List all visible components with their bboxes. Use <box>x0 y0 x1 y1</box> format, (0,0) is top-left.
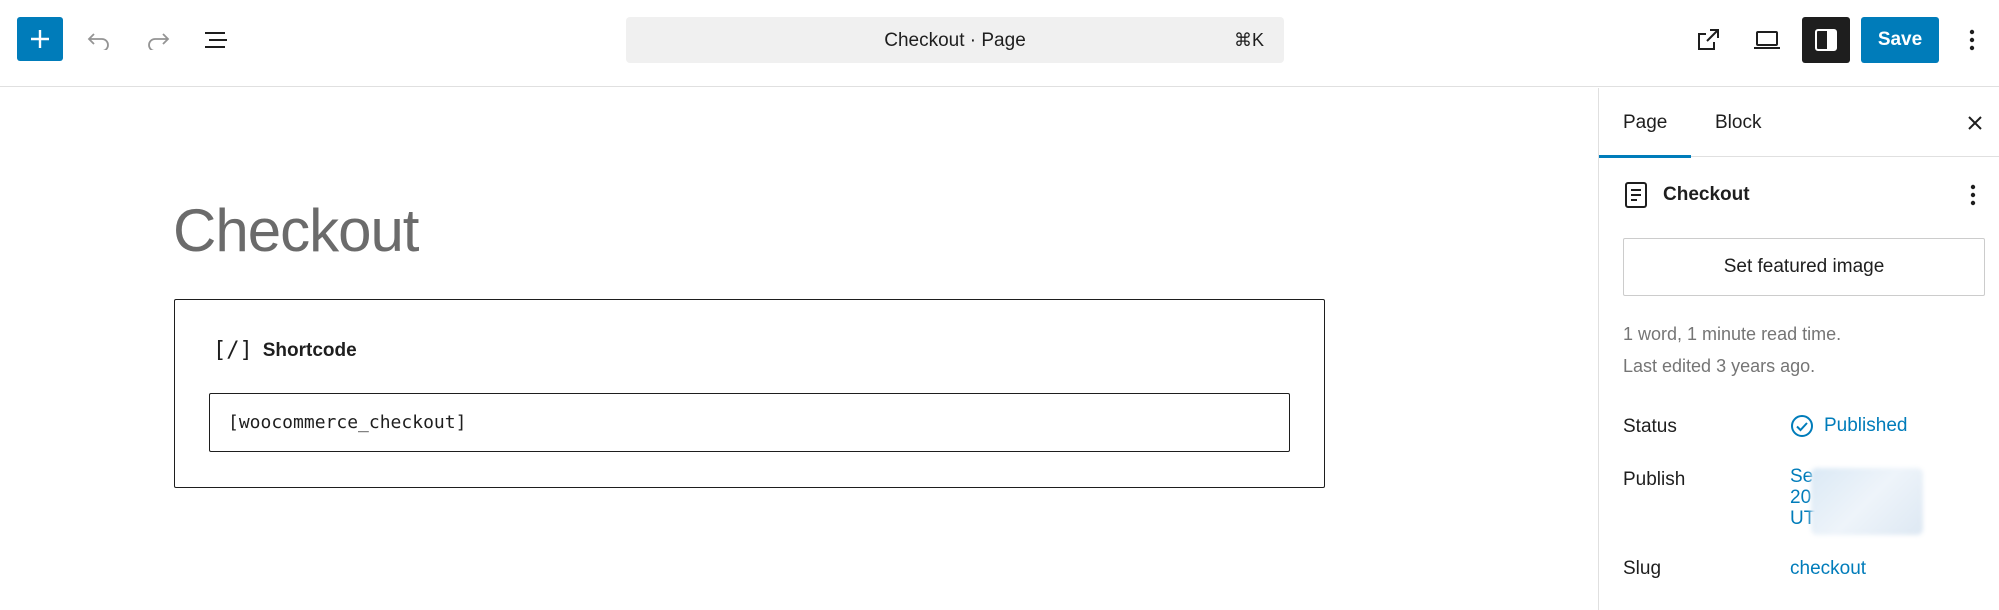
close-sidebar-button[interactable] <box>1961 109 1989 137</box>
document-summary: Checkout <box>1623 180 1750 210</box>
list-view-icon <box>205 32 227 48</box>
status-value[interactable]: Published <box>1790 414 1907 438</box>
settings-sidebar-toggle[interactable] <box>1802 17 1850 63</box>
list-view-button[interactable] <box>194 18 238 62</box>
sidebar-toggle-icon <box>1815 29 1837 51</box>
block-inserter-button[interactable] <box>17 17 63 61</box>
desktop-preview-icon <box>1754 31 1780 49</box>
slug-label: Slug <box>1623 558 1662 579</box>
shortcode-input[interactable] <box>209 393 1290 452</box>
document-title: Checkout · Page <box>884 30 1026 51</box>
command-palette-button[interactable]: Checkout · Page ⌘K <box>626 17 1284 63</box>
set-featured-image-button[interactable]: Set featured image <box>1623 238 1985 296</box>
plus-icon <box>31 30 49 48</box>
status-text: Published <box>1824 415 1908 436</box>
shortcode-label: Shortcode <box>262 339 357 361</box>
tab-block[interactable]: Block <box>1691 88 1785 157</box>
view-page-button[interactable] <box>1686 18 1730 62</box>
editor-header: Checkout · Page ⌘K Save <box>0 0 1999 87</box>
shortcode-block-label: [/] Shortcode <box>213 338 357 363</box>
status-label: Status <box>1623 416 1677 437</box>
last-edited: Last edited 3 years ago. <box>1623 356 1816 376</box>
shortcode-icon: [/] <box>213 338 253 363</box>
sidebar-tabs: Page Block <box>1599 88 1999 158</box>
tab-page[interactable]: Page <box>1599 88 1692 158</box>
post-title[interactable]: Checkout <box>173 196 419 265</box>
page-icon <box>1625 182 1647 208</box>
settings-sidebar: Page Block Checkout Set featured image 1… <box>1598 88 1999 610</box>
publish-label: Publish <box>1623 469 1686 490</box>
redacted-blur <box>1811 468 1923 535</box>
shortcode-block[interactable]: [/] Shortcode <box>174 299 1325 488</box>
document-name: Checkout <box>1663 184 1750 205</box>
preview-button[interactable] <box>1745 18 1789 62</box>
close-icon <box>1968 116 1982 130</box>
redo-button[interactable] <box>136 18 180 62</box>
command-shortcut: ⌘K <box>1233 30 1264 50</box>
options-menu-button[interactable] <box>1952 18 1992 62</box>
editor-canvas: Checkout [/] Shortcode <box>0 88 1598 610</box>
slug-value[interactable]: checkout <box>1790 558 1866 580</box>
undo-button[interactable] <box>77 18 121 62</box>
word-count: 1 word, 1 minute read time. <box>1623 324 1842 344</box>
external-link-icon <box>1698 29 1719 50</box>
document-actions-button[interactable] <box>1961 180 1985 210</box>
vertical-dots-icon <box>1969 29 1975 51</box>
published-check-icon <box>1791 415 1813 437</box>
redo-icon <box>148 33 170 50</box>
vertical-dots-icon <box>1970 184 1976 206</box>
undo-icon <box>87 33 109 50</box>
save-button[interactable]: Save <box>1861 17 1939 63</box>
